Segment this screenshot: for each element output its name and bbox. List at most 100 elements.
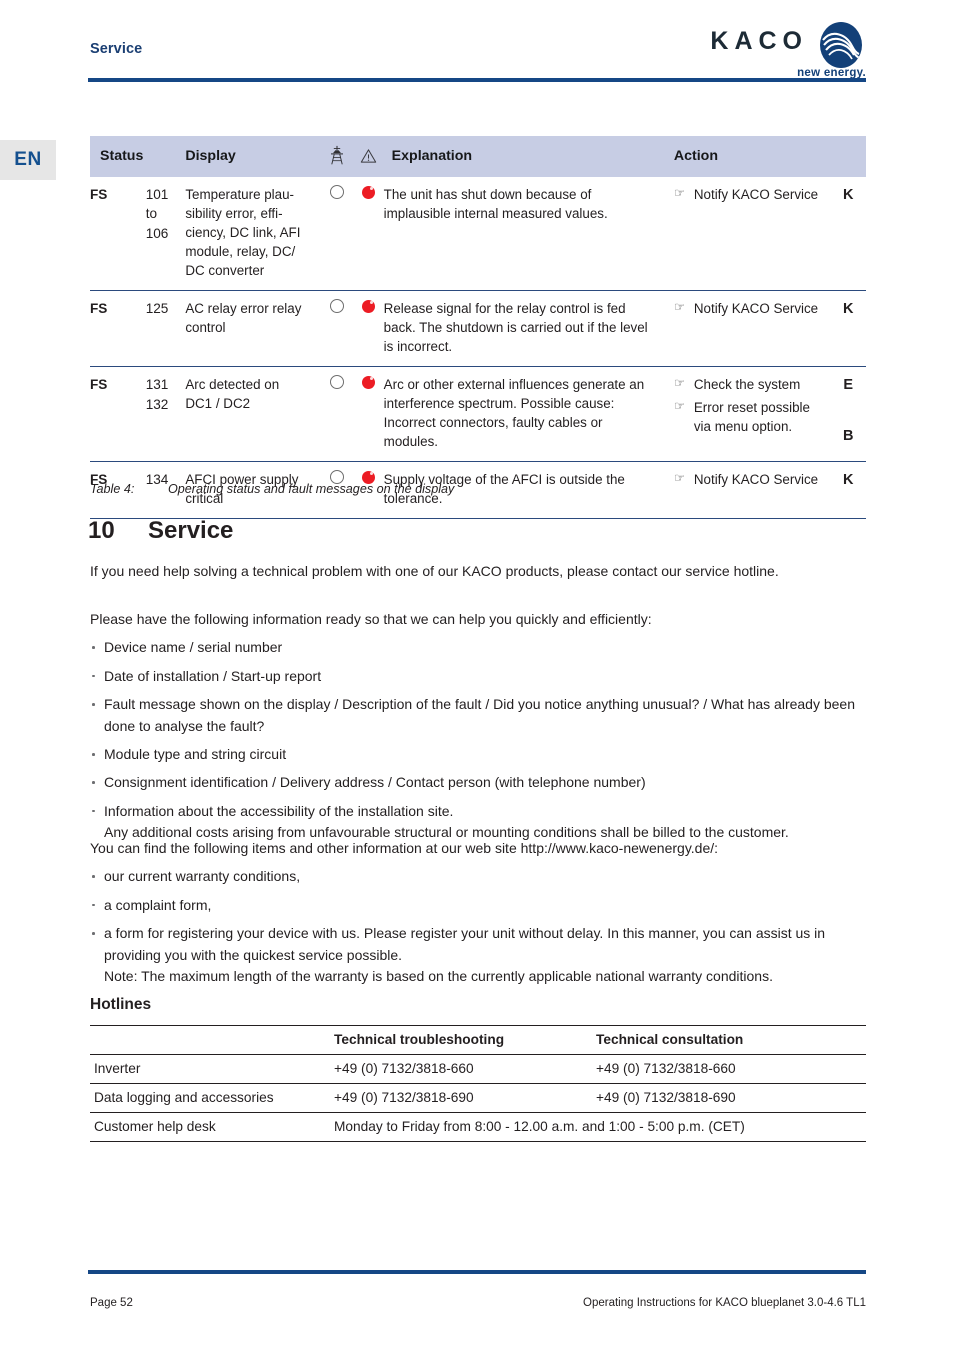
action-code-letter: K [842, 187, 854, 203]
list-item: our current warranty conditions, [90, 866, 870, 887]
cell-display-line: ciency, DC link, AFI [185, 225, 301, 241]
cell-number: 101 to 106 [145, 187, 169, 241]
cell-display-line: DC1 / DC2 [185, 396, 251, 412]
fault-status-led [352, 177, 383, 291]
action-item-label: Error reset possible via menu option. [693, 400, 810, 435]
pointing-hand-icon: ☞ [673, 471, 686, 486]
website-info-block: You can find the following items and oth… [90, 838, 870, 987]
table-caption: Table 4: Operating status and fault mess… [90, 482, 454, 496]
table-caption-text: Operating status and fault messages on t… [168, 482, 455, 496]
pointing-hand-icon: ☞ [673, 300, 686, 315]
section-number: 10 [88, 517, 115, 544]
col-header-code [830, 136, 866, 177]
table-row: FS 125 AC relay error relay control Release … [90, 291, 866, 367]
action-item: ☞ Notify KACO Service [674, 185, 831, 204]
header-section-label: Service [90, 41, 143, 57]
fault-status-led [352, 291, 383, 367]
col-header-number [145, 136, 186, 177]
table-row: Customer help desk Monday to Friday from … [90, 1113, 866, 1142]
table-row: Inverter +49 (0) 7132/3818-660 +49 (0) 713… [90, 1055, 866, 1084]
language-tab-label: EN [14, 149, 42, 170]
status-fault-table: Status Display Explanation Action FS 101… [90, 136, 866, 519]
cell-action: ☞ Check the system ☞ Error reset possible v… [674, 367, 831, 462]
led-red-icon [361, 300, 375, 314]
hotline-hours: Monday to Friday from 8:00 - 12.00 a.m. … [334, 1119, 745, 1134]
cell-action-spacer [651, 462, 674, 519]
col-header-status: Status [90, 136, 146, 177]
list-item: Module type and string circuit [90, 744, 870, 765]
list-item-text: Date of installation / Start-up report [104, 667, 322, 684]
action-item: ☞ Error reset possible via menu option. [674, 398, 831, 436]
cell-display: Temperature plau-sibility error, effi-ci… [185, 177, 321, 291]
section-title: Service [148, 517, 234, 544]
list-item: Date of installation / Start-up report [90, 666, 870, 687]
list-item-text: Information about the accessibility of t… [104, 802, 454, 819]
kaco-swoosh-logo-icon [816, 20, 866, 70]
grid-status-led [321, 177, 352, 291]
action-code-letter: K [842, 472, 854, 489]
action-item: ☞ Notify KACO Service [674, 299, 831, 318]
action-item-label: Check the system [693, 377, 801, 393]
hotlines-table: Technical troubleshooting Technical cons… [90, 1025, 866, 1142]
list-item-text: our current warranty conditions, [104, 868, 301, 885]
list-item: a form for registering your device with … [90, 923, 870, 987]
led-off-icon [329, 185, 344, 199]
col-header-display: Display [185, 136, 322, 177]
hotlines-col-header-troubleshooting: Technical troubleshooting [334, 1032, 505, 1047]
col-header-action: Action [673, 136, 831, 177]
cell-action-spacer [651, 291, 674, 367]
cell-display-line: module, relay, DC/ [185, 244, 296, 260]
footer-divider [88, 1270, 866, 1274]
list-item-text: Module type and string circuit [104, 746, 287, 763]
list-item-text: Device name / serial number [104, 639, 283, 656]
led-off-icon [329, 375, 344, 390]
action-item: ☞ Notify KACO Service [674, 470, 831, 489]
website-lead-paragraph: You can find the following items and oth… [90, 840, 719, 856]
hotlines-heading: Hotlines [90, 996, 152, 1013]
cell-action-code: K [830, 177, 866, 291]
fault-status-led [352, 367, 383, 462]
hotlines-col-header-label [90, 1026, 334, 1055]
pointing-hand-icon: ☞ [673, 376, 686, 391]
led-red-icon [361, 376, 375, 390]
cell-display-line: sibility error, effi- [185, 206, 283, 222]
list-item: Fault message shown on the display / Des… [90, 694, 870, 737]
hotlines-col-header-consultation: Technical consultation [596, 1032, 744, 1047]
hotline-troubleshooting-number: +49 (0) 7132/3818-690 [334, 1090, 474, 1105]
cell-action-code: EB [830, 367, 866, 462]
hotline-consultation-number: +49 (0) 7132/3818-690 [596, 1090, 736, 1105]
list-item-text: Consignment identification / Delivery ad… [104, 774, 646, 791]
cell-status: FS [90, 377, 108, 393]
list-item-text: a complaint form, [104, 896, 212, 913]
action-item-label: Notify KACO Service [693, 187, 819, 202]
cell-action-spacer [651, 177, 674, 291]
cell-action-code: K [830, 462, 866, 519]
intro-paragraph: If you need help solving a technical pro… [90, 563, 779, 579]
list-item-subtext: Note: The maximum length of the warranty… [104, 968, 773, 985]
page-header: Service KACO new energy. [0, 0, 954, 100]
col-header-action-icon [650, 136, 674, 177]
hotline-label: Customer help desk [94, 1119, 216, 1134]
status-table-body: FS 101 to 106 Temperature plau-sibility er… [90, 177, 866, 519]
power-pylon-icon [321, 136, 353, 177]
pointing-hand-icon: ☞ [673, 399, 686, 414]
language-tab-en: EN [0, 140, 56, 180]
list-item: Device name / serial number [90, 637, 870, 658]
cell-number: 125 [145, 301, 169, 317]
brand-logo: KACO [710, 22, 866, 70]
action-item-label: Notify KACO Service [693, 472, 819, 488]
action-code-letter: B [842, 427, 854, 444]
hotline-label: Inverter [94, 1061, 141, 1076]
warning-triangle-icon [352, 136, 384, 177]
cell-display-line: DC converter [185, 263, 265, 279]
action-item-label: Notify KACO Service [693, 301, 819, 317]
list-item-text: Fault message shown on the display / Des… [104, 696, 855, 734]
cell-display-line: Arc detected on [185, 377, 280, 393]
cell-explanation: The unit has shut down because of implau… [383, 187, 608, 222]
cell-explanation: Arc or other external influences generat… [383, 377, 645, 450]
cell-display-line: control [185, 320, 226, 336]
grid-status-led [321, 367, 352, 462]
action-code-letter: K [842, 301, 854, 318]
cell-action: ☞ Notify KACO Service [674, 462, 831, 519]
cell-action-spacer [651, 367, 674, 462]
